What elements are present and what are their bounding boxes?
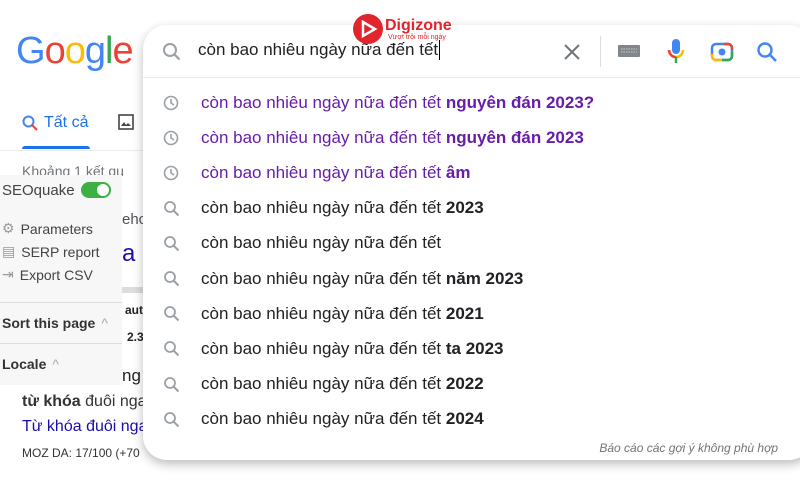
result-bold: từ khóa — [22, 393, 81, 410]
search-icon — [163, 43, 181, 61]
suggestion-item[interactable]: còn bao nhiêu ngày nữa đến tết 2023 — [161, 191, 484, 226]
result-text: đuôi nga — [80, 393, 147, 410]
keyboard-icon[interactable] — [617, 43, 641, 59]
suggestion-item[interactable]: còn bao nhiêu ngày nữa đến tết — [161, 226, 441, 261]
item-label: Parameters — [20, 220, 93, 237]
digizone-watermark: Digizone Vượt trội mỗi ngày — [352, 13, 452, 45]
suggestion-text: còn bao nhiêu ngày nữa đến tết — [201, 233, 442, 253]
search-icon — [163, 306, 179, 322]
tab-all-label: Tất cả — [44, 114, 89, 131]
camera-icon[interactable] — [710, 40, 734, 62]
search-icon — [163, 200, 179, 216]
search-icon — [163, 271, 179, 287]
image-icon — [118, 114, 134, 130]
watermark-brand: Digizone — [385, 16, 452, 34]
seoquake-parameters[interactable]: ⚙ Parameters — [0, 217, 122, 240]
suggestion-item[interactable]: còn bao nhiêu ngày nữa đến tết 2021 — [161, 296, 484, 331]
tab-images[interactable] — [118, 114, 134, 135]
seoquake-title: SEOquake — [2, 181, 75, 199]
suggestion-item[interactable]: còn bao nhiêu ngày nữa đến tết âm — [161, 155, 470, 190]
search-icon — [163, 341, 179, 357]
search-icon — [22, 115, 38, 131]
suggestion-item[interactable]: còn bao nhiêu ngày nữa đến tết nguyên đá… — [161, 120, 584, 155]
search-submit-icon[interactable] — [756, 41, 778, 63]
report-icon: ▤ — [2, 243, 16, 259]
history-clock-icon — [163, 95, 179, 110]
gear-icon: ⚙ — [2, 220, 15, 236]
export-icon: ⇥ — [2, 266, 14, 282]
locale[interactable]: Locale ^ — [0, 344, 122, 384]
report-inappropriate-link[interactable]: Báo cáo các gợi ý không phù hợp — [599, 441, 778, 455]
sort-this-page[interactable]: Sort this page ^ — [0, 303, 122, 343]
result-text: aut — [125, 303, 143, 317]
search-icon — [163, 235, 179, 252]
result-text: 2.3 — [127, 330, 144, 344]
suggestion-item[interactable]: còn bao nhiêu ngày nữa đến tết năm 2023 — [161, 261, 523, 296]
tab-active-indicator — [22, 146, 90, 149]
divider — [600, 36, 601, 67]
close-icon[interactable] — [563, 43, 581, 61]
history-clock-icon — [163, 130, 179, 145]
moz-da: MOZ DA: 17/100 (+70 — [22, 446, 140, 460]
suggestion-item[interactable]: còn bao nhiêu ngày nữa đến tết nguyên đá… — [161, 85, 594, 120]
item-label: SERP report — [21, 243, 100, 260]
seoquake-serp-report[interactable]: ▤ SERP report — [0, 240, 122, 263]
suggestion-text: còn bao nhiêu ngày nữa đến tết 2023 — [201, 198, 484, 218]
digizone-logo-icon — [353, 14, 383, 44]
search-icon — [163, 376, 179, 392]
suggestion-text: còn bao nhiêu ngày nữa đến tết ta 2023 — [201, 338, 504, 358]
suggestion-item[interactable]: còn bao nhiêu ngày nữa đến tết ta 2023 — [161, 331, 504, 366]
suggestion-text: còn bao nhiêu ngày nữa đến tết âm — [201, 162, 471, 182]
suggestion-text: còn bao nhiêu ngày nữa đến tết 2021 — [201, 303, 484, 323]
suggestion-text: còn bao nhiêu ngày nữa đến tết năm 2023 — [201, 268, 524, 288]
suggestion-text: còn bao nhiêu ngày nữa đến tết nguyên đá… — [201, 127, 584, 147]
history-clock-icon — [163, 165, 179, 181]
locale-label: Locale — [2, 356, 47, 372]
chevron-up-icon: ^ — [101, 315, 108, 331]
suggestion-item[interactable]: còn bao nhiêu ngày nữa đến tết 2022 — [161, 367, 484, 402]
search-suggestions-panel: còn bao nhiêu ngày nữa đến tết còn bao n… — [143, 25, 800, 460]
microphone-icon[interactable] — [666, 38, 686, 66]
watermark-tagline: Vượt trội mỗi ngày — [388, 33, 446, 41]
suggestion-text: còn bao nhiêu ngày nữa đến tết 2024 — [201, 409, 484, 429]
suggestion-text: còn bao nhiêu ngày nữa đến tết 2022 — [201, 374, 484, 394]
result-bar — [122, 287, 144, 293]
google-logo[interactable]: Google — [16, 30, 134, 73]
chevron-up-icon: ^ — [52, 356, 59, 372]
search-box[interactable]: còn bao nhiêu ngày nữa đến tết — [143, 25, 800, 78]
divider — [0, 150, 143, 151]
item-label: Export CSV — [19, 266, 93, 283]
suggestion-item[interactable]: còn bao nhiêu ngày nữa đến tết 2024 — [161, 402, 484, 437]
tab-all[interactable]: Tất cả — [22, 114, 88, 132]
seoquake-export-csv[interactable]: ⇥ Export CSV — [0, 263, 122, 286]
result-text: ng — [122, 366, 141, 385]
seoquake-toggle[interactable] — [80, 182, 111, 198]
seoquake-panel: SEOquake ⚙ Parameters ▤ SERP report ⇥ Expor… — [0, 175, 122, 385]
search-icon — [163, 411, 179, 428]
suggestion-text: còn bao nhiêu ngày nữa đến tết nguyên đá… — [201, 92, 595, 112]
sort-label: Sort this page — [2, 315, 96, 331]
result-link[interactable]: Từ khóa đuôi nga — [22, 418, 147, 436]
